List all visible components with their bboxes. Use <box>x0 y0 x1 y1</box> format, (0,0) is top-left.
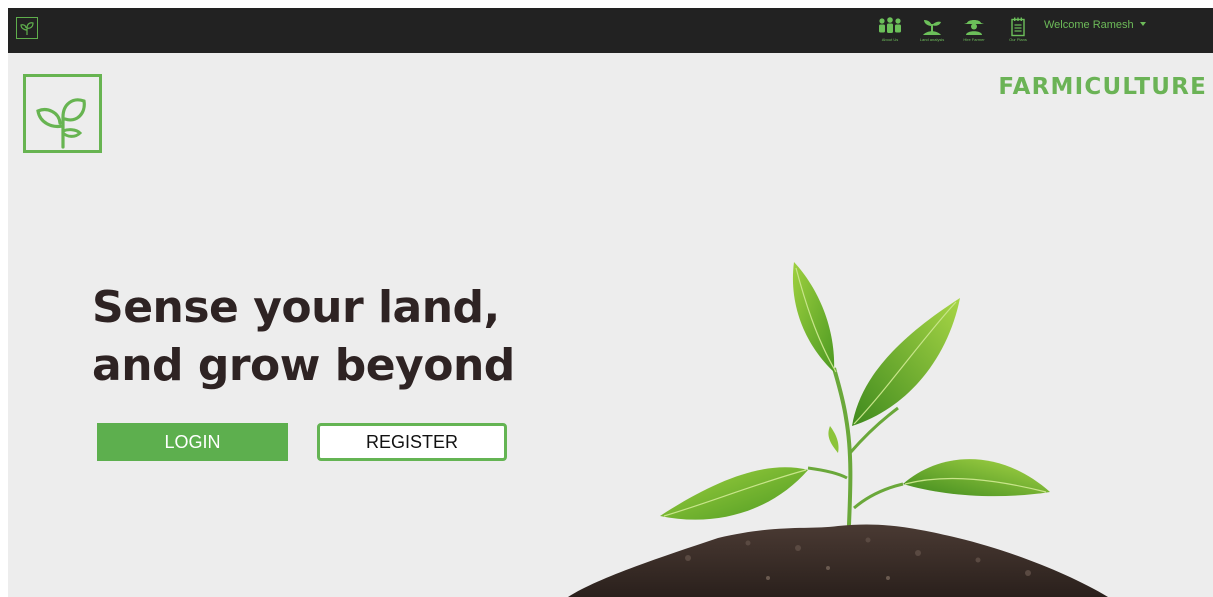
caret-down-icon <box>1139 22 1146 26</box>
nav-item-our-plans[interactable]: Our Plans <box>1004 17 1032 45</box>
nav-logo-icon[interactable] <box>16 17 38 39</box>
nav-item-label: About Us <box>881 37 899 42</box>
hero-headline-line-1: Sense your land, <box>92 282 500 333</box>
user-menu-dropdown[interactable]: Welcome Ramesh <box>1044 19 1146 31</box>
brand-name: FARMICULTURE <box>998 74 1207 100</box>
farmer-icon <box>964 20 984 35</box>
nav-item-land-analysis[interactable]: Land analysis <box>918 17 946 45</box>
nav-item-label: Our Plans <box>1009 37 1027 42</box>
hero-headline-line-2: and grow beyond <box>92 340 515 391</box>
user-menu-label: Welcome Ramesh <box>1044 19 1134 31</box>
login-button[interactable]: LOGIN <box>97 423 288 461</box>
sprout-icon <box>923 20 941 35</box>
page-frame: About Us Land analysis Hire Farmer Our P… <box>8 8 1213 597</box>
sprout-logo-icon <box>23 74 102 153</box>
nav-item-label: Land analysis <box>919 37 945 42</box>
nav-item-hire-farmer[interactable]: Hire Farmer <box>960 17 988 45</box>
top-navbar: About Us Land analysis Hire Farmer Our P… <box>8 8 1213 53</box>
notepad-icon <box>1011 17 1025 37</box>
team-icon <box>879 17 901 33</box>
nav-item-about-us[interactable]: About Us <box>876 17 904 45</box>
plant-in-soil-image <box>568 262 1108 597</box>
register-button[interactable]: REGISTER <box>317 423 507 461</box>
nav-item-label: Hire Farmer <box>963 37 985 42</box>
